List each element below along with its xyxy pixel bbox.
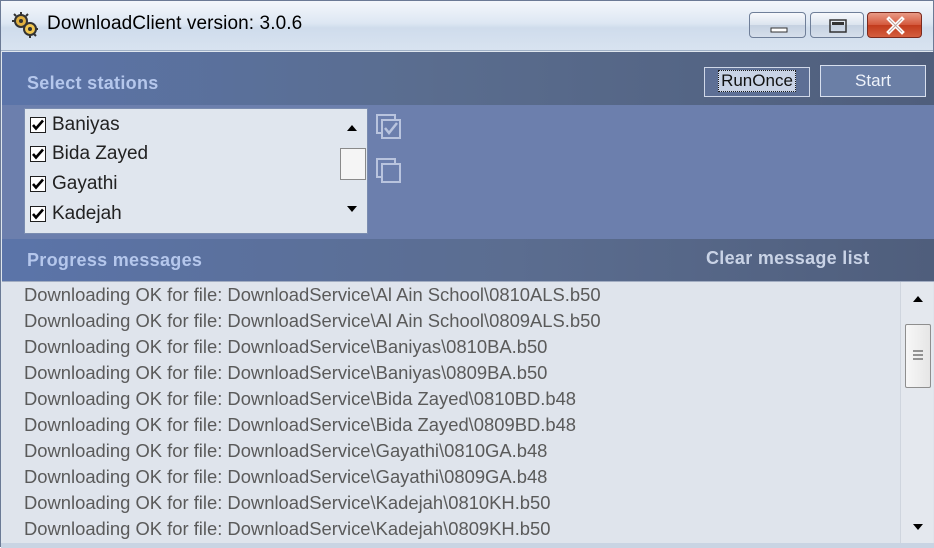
- checkmark-icon: [32, 119, 44, 131]
- message-item: Downloading OK for file: DownloadService…: [24, 388, 577, 409]
- progress-title: Progress messages: [27, 250, 203, 270]
- window-bottom-border: [1, 543, 934, 548]
- station-label: Gayathi: [52, 173, 118, 194]
- close-icon: [886, 16, 905, 35]
- station-scroll-thumb[interactable]: [340, 148, 366, 180]
- uncheck-all-icon[interactable]: [375, 157, 407, 189]
- gear-app-icon: [12, 12, 38, 38]
- minimize-icon: [770, 27, 788, 33]
- message-item: Downloading OK for file: DownloadService…: [24, 284, 601, 305]
- message-item: Downloading OK for file: DownloadService…: [24, 362, 548, 383]
- start-button[interactable]: Start: [820, 65, 926, 97]
- message-item: Downloading OK for file: DownloadService…: [24, 466, 548, 487]
- station-label: Baniyas: [52, 114, 120, 135]
- station-checkbox[interactable]: [30, 117, 46, 133]
- message-item: Downloading OK for file: DownloadService…: [24, 336, 548, 357]
- progress-message-list[interactable]: Downloading OK for file: DownloadService…: [2, 281, 934, 544]
- maximize-icon: [829, 19, 847, 33]
- station-item[interactable]: Baniyas: [30, 111, 120, 139]
- download-client-window: DownloadClient version: 3.0.6 Select sta…: [0, 0, 934, 548]
- station-checklist[interactable]: Baniyas Bida Zayed Gayathi Kadejah: [24, 108, 368, 234]
- progress-header: Progress messages Clear message list: [2, 239, 934, 281]
- stations-title: Select stations: [27, 73, 159, 93]
- message-item: Downloading OK for file: DownloadService…: [24, 310, 601, 331]
- minimize-button[interactable]: [749, 12, 806, 38]
- scroll-down-icon[interactable]: [911, 522, 925, 532]
- scroll-down-icon[interactable]: [345, 204, 359, 214]
- checkmark-icon: [32, 148, 44, 160]
- window-title: DownloadClient version: 3.0.6: [47, 13, 303, 34]
- close-button[interactable]: [867, 12, 922, 38]
- checkmark-icon: [32, 178, 44, 190]
- message-item: Downloading OK for file: DownloadService…: [24, 440, 548, 461]
- message-item: Downloading OK for file: DownloadService…: [24, 518, 551, 539]
- clear-messages-button[interactable]: Clear message list: [706, 248, 870, 269]
- station-label: Bida Zayed: [52, 143, 149, 164]
- title-bar[interactable]: DownloadClient version: 3.0.6: [1, 1, 933, 51]
- station-label: Kadejah: [52, 203, 122, 224]
- station-item[interactable]: Bida Zayed: [30, 140, 148, 168]
- station-checkbox[interactable]: [30, 146, 46, 162]
- checkmark-icon: [32, 208, 44, 220]
- message-list-scrollbar[interactable]: [900, 282, 933, 544]
- station-item[interactable]: Gayathi: [30, 170, 117, 198]
- check-all-icon[interactable]: [375, 113, 407, 145]
- stations-header: Select stations RunOnce Start: [2, 52, 934, 105]
- scroll-up-icon[interactable]: [911, 294, 925, 304]
- maximize-button[interactable]: [810, 12, 864, 38]
- message-scroll-thumb[interactable]: [905, 324, 931, 388]
- scroll-up-icon[interactable]: [345, 123, 359, 133]
- station-item[interactable]: Kadejah: [30, 200, 122, 228]
- station-checkbox[interactable]: [30, 176, 46, 192]
- run-once-button[interactable]: RunOnce: [704, 67, 810, 97]
- run-once-label: RunOnce: [718, 70, 796, 92]
- station-checkbox[interactable]: [30, 206, 46, 222]
- message-item: Downloading OK for file: DownloadService…: [24, 414, 577, 435]
- station-list-scrollbar[interactable]: [337, 109, 367, 233]
- grip-icon: [913, 350, 923, 360]
- message-item: Downloading OK for file: DownloadService…: [24, 492, 551, 513]
- stations-panel: Baniyas Bida Zayed Gayathi Kadejah: [2, 105, 934, 239]
